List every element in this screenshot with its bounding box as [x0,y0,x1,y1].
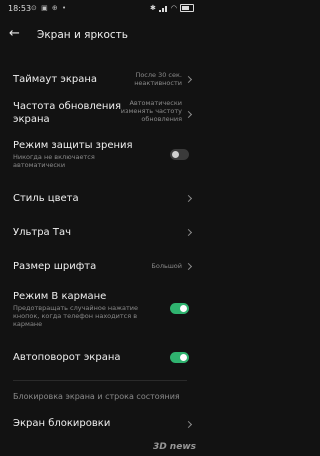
row-eye-comfort[interactable]: Режим защиты зрения Никогда не включаетс… [0,136,200,174]
watermark-logo: 3D news [152,442,196,452]
row-value: Автоматически изменять частоту обновлени… [120,99,182,123]
row-sublabel: Никогда не включается автоматически [13,153,95,169]
chevron-right-icon [184,420,193,429]
chevron-right-icon [184,228,193,237]
notification-icons: ⊙ ▣ ⊕ • [31,4,68,12]
row-label: Частота обновления экрана [13,101,121,125]
section-header: Блокировка экрана и строка состояния [13,392,180,401]
chevron-right-icon [184,75,193,84]
wifi-icon: ◠ [170,4,177,12]
row-label: Размер шрифта [13,261,97,272]
row-label: Ультра Тач [13,227,72,238]
row-refresh-rate[interactable]: Частота обновления экрана Автоматически … [0,96,200,132]
row-screen-timeout[interactable]: Таймаут экрана После 30 сек. неактивност… [0,64,200,94]
status-bar: 18:53 ⊙ ▣ ⊕ • ✱ ◠ [0,0,200,18]
row-value: После 30 сек. неактивности [134,71,182,87]
row-label: Таймаут экрана [13,74,97,85]
pocket-mode-toggle[interactable] [170,303,189,314]
bluetooth-icon: ✱ [150,4,156,12]
row-label: Режим защиты зрения [13,140,133,151]
page-header: ← Экран и яркость [0,24,200,46]
battery-icon [180,4,194,12]
chevron-right-icon [184,262,193,271]
row-ultra-touch[interactable]: Ультра Тач [0,222,200,242]
row-sublabel: Предотвращать случайное нажатие кнопок, … [13,304,138,328]
row-font-size[interactable]: Размер шрифта Большой [0,256,200,276]
row-label: Автоповорот экрана [13,352,121,363]
chevron-right-icon [184,110,193,119]
page-title: Экран и яркость [37,29,128,41]
system-icons: ✱ ◠ [150,4,194,12]
row-label: Стиль цвета [13,193,79,204]
eye-comfort-toggle[interactable] [170,149,189,160]
divider [13,380,187,381]
row-pocket-mode[interactable]: Режим В кармане Предотвращать случайное … [0,288,200,330]
row-label: Экран блокировки [13,418,111,429]
row-label: Режим В кармане [13,291,107,302]
status-time: 18:53 [8,4,32,13]
signal-icon [158,4,168,12]
auto-rotate-toggle[interactable] [170,352,189,363]
chevron-right-icon [184,194,193,203]
row-color-style[interactable]: Стиль цвета [0,188,200,208]
row-lock-screen[interactable]: Экран блокировки [0,414,200,434]
back-arrow-icon[interactable]: ← [9,27,20,40]
row-value: Большой [151,262,182,270]
row-auto-rotate[interactable]: Автоповорот экрана [0,348,200,368]
